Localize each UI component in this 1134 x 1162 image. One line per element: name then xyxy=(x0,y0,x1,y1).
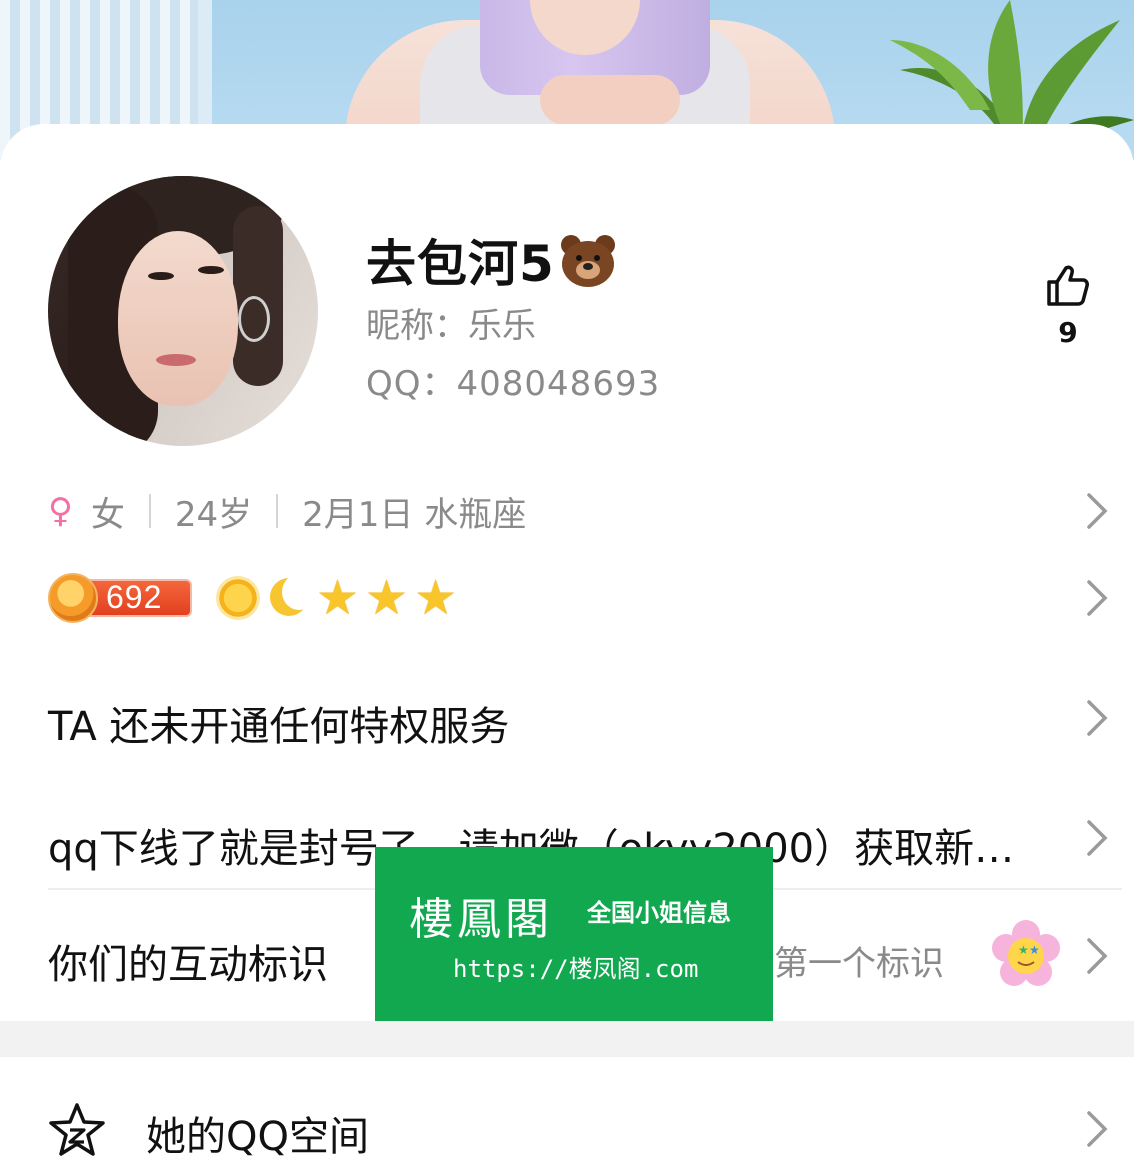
avatar[interactable] xyxy=(48,176,318,446)
level-value: 692 xyxy=(106,579,163,615)
chevron-right-icon xyxy=(1087,938,1108,974)
star-icon: ★ xyxy=(316,570,360,626)
watermark-overlay: 樓鳳閣 全国小姐信息 https://楼凤阁.com xyxy=(375,847,773,1021)
moon-icon xyxy=(266,574,316,620)
watermark-subtitle: 全国小姐信息 xyxy=(587,898,731,927)
like-count: 9 xyxy=(1058,316,1078,349)
avatar-lips xyxy=(156,354,196,366)
level-icons: ★ ★ ★ xyxy=(216,570,458,626)
sun-icon xyxy=(216,576,260,620)
chevron-right-icon xyxy=(1087,580,1108,616)
avatar-eye xyxy=(198,266,224,274)
chevron-right-icon xyxy=(1087,493,1108,529)
level-row[interactable]: 692 ★ ★ ★ xyxy=(48,570,1088,626)
remark-name: 去包河5 xyxy=(366,224,617,296)
chevron-right-icon xyxy=(1087,820,1108,856)
star-icon: ★ xyxy=(365,570,409,626)
qq-number: QQ：408048693 xyxy=(366,364,661,404)
watermark-title: 樓鳳閣 xyxy=(409,894,553,945)
female-icon: ♀ xyxy=(48,491,73,531)
chevron-right-icon xyxy=(1087,700,1108,736)
gender-text: 女 xyxy=(90,494,125,535)
bear-emoji-icon xyxy=(559,235,617,287)
avatar-eye xyxy=(148,272,174,280)
cover-avatar-hands xyxy=(540,75,680,125)
nickname: 昵称：乐乐 xyxy=(366,306,536,346)
level-coin-icon xyxy=(48,573,98,623)
age-text: 24岁 xyxy=(174,494,253,535)
qzone-star-icon xyxy=(49,1103,105,1156)
bear-eye xyxy=(575,255,582,261)
avatar-face xyxy=(118,231,238,406)
bear-eye xyxy=(593,255,600,261)
birthday-text: 2月1日 水瓶座 xyxy=(302,494,527,535)
remark-name-text: 去包河5 xyxy=(366,235,555,293)
star-icon: ★ xyxy=(414,570,458,626)
qzone-row[interactable]: 她的QQ空间 xyxy=(146,1104,369,1162)
watermark-url: https://楼凤阁.com xyxy=(453,955,699,983)
svg-text:★: ★ xyxy=(1029,943,1040,957)
bear-nose xyxy=(582,263,593,270)
interaction-flower-icon: ★ ★ xyxy=(992,920,1060,986)
avatar-earring xyxy=(238,296,270,342)
svg-text:★: ★ xyxy=(1018,943,1029,957)
like-button[interactable]: 9 xyxy=(1040,264,1096,349)
section-gap xyxy=(0,1021,1134,1057)
level-badge: 692 xyxy=(48,573,192,623)
separator xyxy=(276,494,279,528)
separator xyxy=(148,494,151,528)
chevron-right-icon xyxy=(1087,1111,1108,1147)
privilege-row[interactable]: TA 还未开通任何特权服务 xyxy=(48,694,1088,752)
thumbs-up-icon xyxy=(1047,265,1089,306)
basic-info-row[interactable]: ♀ 女 24岁 2月1日 水瓶座 xyxy=(48,490,1088,535)
